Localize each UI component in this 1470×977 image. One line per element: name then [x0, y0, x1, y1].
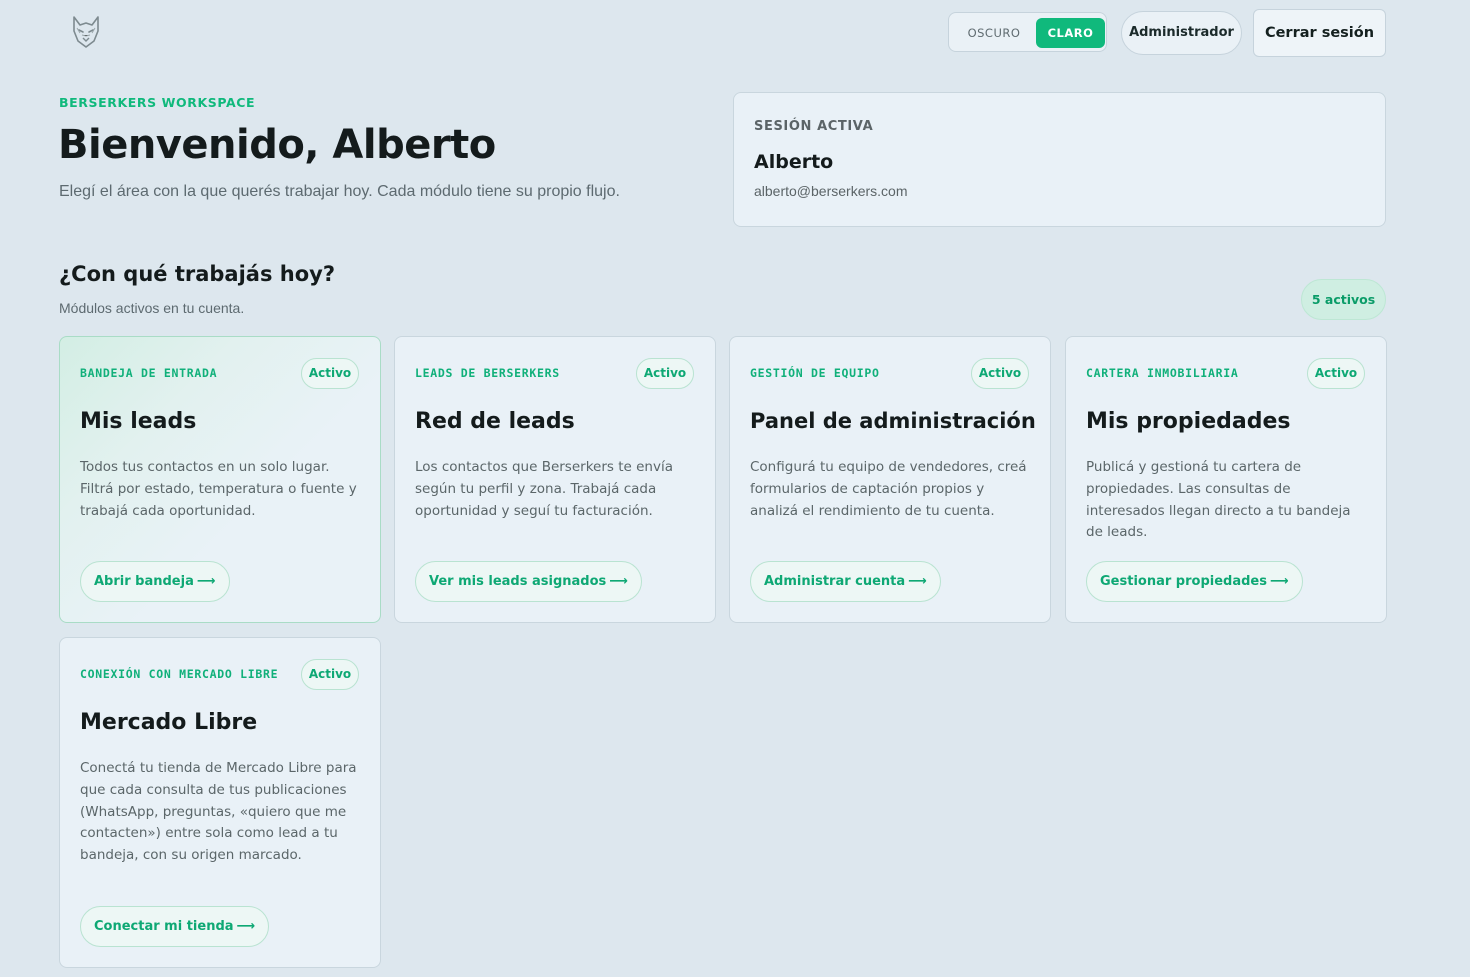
card-description: Publicá y gestioná tu cartera de propied… [1086, 459, 1351, 541]
session-user-email: alberto@berserkers.com [754, 183, 908, 199]
card-title: Mis leads [80, 409, 197, 434]
button-label: Administrar cuenta [764, 574, 906, 589]
connect-store-button[interactable]: Conectar mi tienda ⟶ [80, 906, 270, 947]
arrow-right-icon: ⟶ [236, 919, 256, 934]
theme-toggle: OSCURO CLARO [948, 12, 1107, 52]
page-title: Bienvenido, Alberto [58, 122, 496, 168]
modules-title: ¿Con qué trabajás hoy? [59, 262, 336, 286]
module-card-lead-network[interactable]: LEADS DE BERSERKERS Activo Red de leads … [394, 336, 716, 623]
arrow-right-icon: ⟶ [1269, 574, 1289, 589]
manage-account-button[interactable]: Administrar cuenta ⟶ [750, 561, 941, 602]
card-title: Red de leads [415, 409, 575, 434]
module-card-mercado-libre[interactable]: CONEXIÓN CON MERCADO LIBRE Activo Mercad… [59, 637, 381, 968]
status-badge: Activo [636, 358, 694, 389]
theme-light-option[interactable]: CLARO [1036, 18, 1105, 48]
button-label: Abrir bandeja [94, 574, 194, 589]
status-badge: Activo [1307, 358, 1365, 389]
card-category: CONEXIÓN CON MERCADO LIBRE [80, 667, 279, 681]
page-subtitle: Elegí el área con la que querés trabajar… [59, 183, 620, 200]
arrow-right-icon: ⟶ [908, 574, 927, 589]
module-card-properties[interactable]: CARTERA INMOBILIARIA Activo Mis propieda… [1065, 336, 1387, 623]
button-label: Ver mis leads asignados [429, 574, 607, 589]
card-category: LEADS DE BERSERKERS [415, 366, 560, 380]
status-badge: Activo [301, 358, 359, 389]
card-title: Panel de administración [750, 409, 1036, 433]
logout-button[interactable]: Cerrar sesión [1253, 9, 1386, 57]
theme-dark-option[interactable]: OSCURO [955, 18, 1033, 48]
role-badge[interactable]: Administrador [1121, 11, 1242, 55]
module-card-inbox[interactable]: BANDEJA DE ENTRADA Activo Mis leads Todo… [59, 336, 381, 623]
active-modules-count-badge: 5 activos [1301, 279, 1386, 320]
arrow-right-icon: ⟶ [196, 574, 216, 589]
session-label: SESIÓN ACTIVA [754, 119, 874, 134]
card-category: BANDEJA DE ENTRADA [80, 366, 218, 380]
workspace-eyebrow: BERSERKERS WORKSPACE [59, 95, 256, 110]
button-label: Gestionar propiedades [1100, 574, 1267, 589]
module-card-admin-panel[interactable]: GESTIÓN DE EQUIPO Activo Panel de admini… [729, 336, 1051, 623]
view-assigned-leads-button[interactable]: Ver mis leads asignados ⟶ [415, 561, 642, 602]
card-description: Los contactos que Berserkers te envía se… [415, 459, 673, 519]
card-category: GESTIÓN DE EQUIPO [750, 366, 880, 380]
session-user-name: Alberto [754, 151, 834, 173]
card-description: Configurá tu equipo de vendedores, creá … [750, 459, 1027, 519]
card-title: Mis propiedades [1086, 409, 1291, 434]
card-category: CARTERA INMOBILIARIA [1086, 366, 1239, 380]
open-inbox-button[interactable]: Abrir bandeja ⟶ [80, 561, 230, 602]
card-title: Mercado Libre [80, 710, 258, 735]
card-description: Todos tus contactos en un solo lugar. Fi… [80, 459, 357, 519]
status-badge: Activo [301, 659, 359, 690]
card-description: Conectá tu tienda de Mercado Libre para … [80, 760, 357, 864]
top-bar: OSCURO CLARO Administrador Cerrar sesión [0, 0, 1470, 66]
arrow-right-icon: ⟶ [609, 574, 628, 589]
status-badge: Activo [971, 358, 1029, 389]
wolf-logo-icon[interactable] [70, 15, 102, 49]
button-label: Conectar mi tienda [94, 919, 234, 934]
manage-properties-button[interactable]: Gestionar propiedades ⟶ [1086, 561, 1303, 602]
session-card: SESIÓN ACTIVA Alberto alberto@berserkers… [733, 92, 1386, 227]
modules-subtitle: Módulos activos en tu cuenta. [59, 300, 245, 316]
